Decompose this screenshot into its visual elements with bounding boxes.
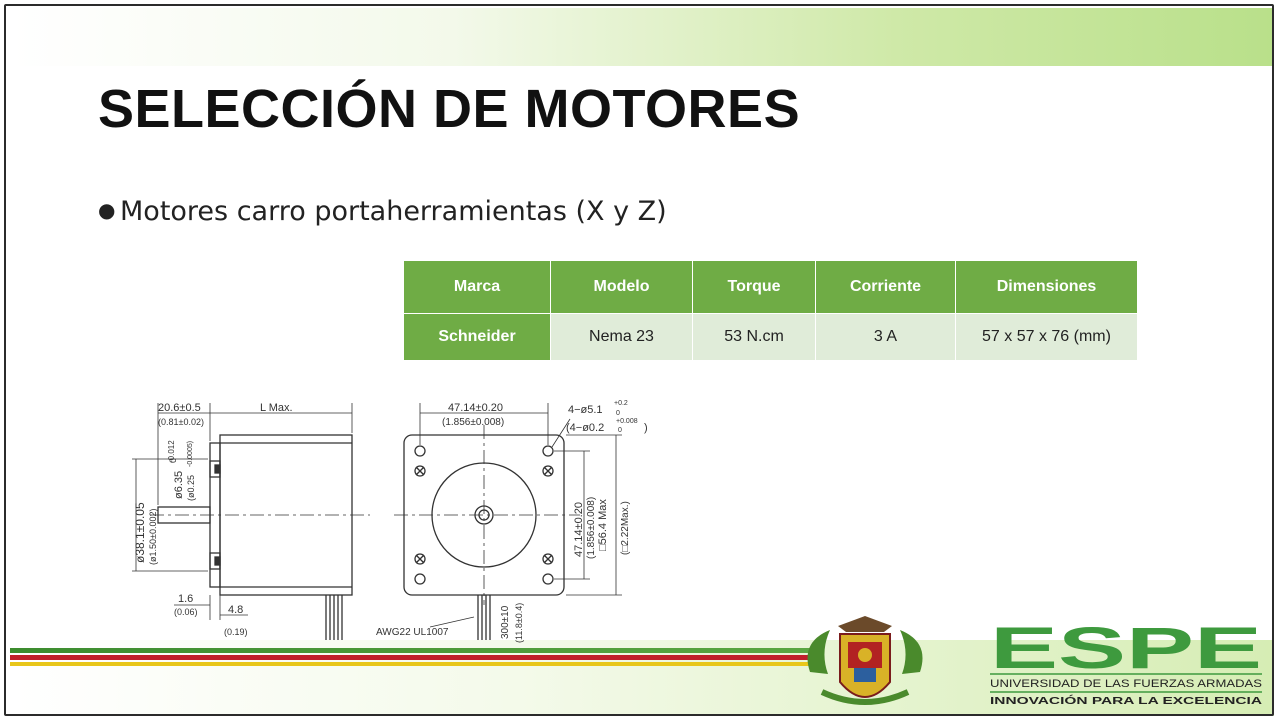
dim-lead-in: (11.8±0.4)	[514, 603, 524, 643]
col-header-modelo: Modelo	[550, 260, 693, 314]
cell-modelo: Nema 23	[550, 313, 693, 361]
motor-technical-drawing: 20.6±0.5 (0.81±0.02) L Max. 0 ø6.35 -0.0…	[132, 400, 648, 643]
dim-length: L Max.	[260, 402, 293, 414]
dim-shaft-length-in: (0.81±0.02)	[158, 417, 204, 427]
dim-flange-in: (0.06)	[174, 607, 198, 617]
dim-hole-pitch-in: (1.856±0.008)	[442, 417, 504, 428]
dim-hole-spec: 4−ø5.1	[568, 404, 603, 416]
dim-pilot-dia-in: (ø1.50±0.002)	[148, 509, 158, 565]
logo-line1: UNIVERSIDAD DE LAS FUERZAS ARMADAS	[990, 678, 1262, 690]
bullet-text: Motores carro portaherramientas (X y Z)	[120, 196, 667, 227]
dim-shaft-dia: ø6.35	[173, 471, 185, 499]
col-header-marca: Marca	[403, 260, 551, 314]
dim-square: □56.4 Max	[597, 499, 609, 551]
dim-hole-spec-in: (4−ø0.2	[566, 422, 604, 434]
front-view-labels: 47.14±0.20 (1.856±0.008) 4−ø5.1 +0.2 0 (…	[376, 400, 648, 643]
dim-boss-in: (0.19)	[224, 627, 248, 637]
dim-v-pitch-in: (1.856±0.008)	[586, 497, 597, 559]
dim-hole-pitch: 47.14±0.20	[448, 402, 503, 414]
table-row: Schneider Nema 23 53 N.cm 3 A 57 x 57 x …	[403, 313, 1138, 361]
col-header-dimensiones: Dimensiones	[955, 260, 1138, 314]
cell-marca: Schneider	[403, 313, 551, 361]
dim-hole-tol-bottom: 0	[616, 410, 620, 417]
bullet-item: ● Motores carro portaherramientas (X y Z)	[98, 196, 667, 227]
dim-flange: 1.6	[178, 593, 193, 605]
col-header-torque: Torque	[692, 260, 816, 314]
dim-boss: 4.8	[228, 604, 243, 616]
dim-square-in: (□2.22Max.)	[620, 501, 631, 555]
side-view-labels: 20.6±0.5 (0.81±0.02) L Max. 0 ø6.35 -0.0…	[133, 402, 293, 637]
dim-hole-tol-top: +0.2	[614, 400, 628, 407]
side-view	[132, 403, 370, 640]
bullet-dot-icon: ●	[98, 198, 116, 222]
espe-logo: ESPE UNIVERSIDAD DE LAS FUERZAS ARMADAS …	[990, 616, 1265, 715]
dim-shaft-dia-in-tol: -0.0005)	[187, 441, 194, 467]
dim-v-pitch: 47.14±0.20	[573, 502, 585, 557]
espe-logo-graphic: ESPE UNIVERSIDAD DE LAS FUERZAS ARMADAS …	[990, 616, 1262, 707]
logo-line2: INNOVACIÓN PARA LA EXCELENCIA	[990, 694, 1262, 707]
dim-shaft-dia-in: (ø0.25	[186, 475, 196, 501]
slide-title: SELECCIÓN DE MOTORES	[98, 79, 801, 139]
logo-wordmark: ESPE	[990, 620, 1262, 681]
dim-shaft-length: 20.6±0.5	[158, 402, 201, 414]
dim-hole-in-close: )	[644, 422, 648, 434]
espe-shield-emblem	[807, 616, 923, 705]
dim-shaft-dia-tol: -0.012	[167, 440, 176, 463]
dim-pilot-dia: ø38.1±0.05	[133, 502, 147, 563]
cell-dimensiones: 57 x 57 x 76 (mm)	[955, 313, 1138, 361]
dim-hole-in-top: +0.008	[616, 418, 638, 425]
cell-torque: 53 N.cm	[692, 313, 816, 361]
dim-lead: 300±10	[500, 605, 511, 639]
wire-spec: AWG22 UL1007	[376, 627, 449, 638]
col-header-corriente: Corriente	[815, 260, 956, 314]
cell-corriente: 3 A	[815, 313, 956, 361]
dim-hole-in-bottom: 0	[618, 427, 622, 434]
slide: SELECCIÓN DE MOTORES ● Motores carro port…	[0, 0, 1280, 720]
table-header-row: Marca Modelo Torque Corriente Dimensione…	[403, 260, 1138, 314]
motor-spec-table: Marca Modelo Torque Corriente Dimensione…	[403, 260, 1138, 361]
